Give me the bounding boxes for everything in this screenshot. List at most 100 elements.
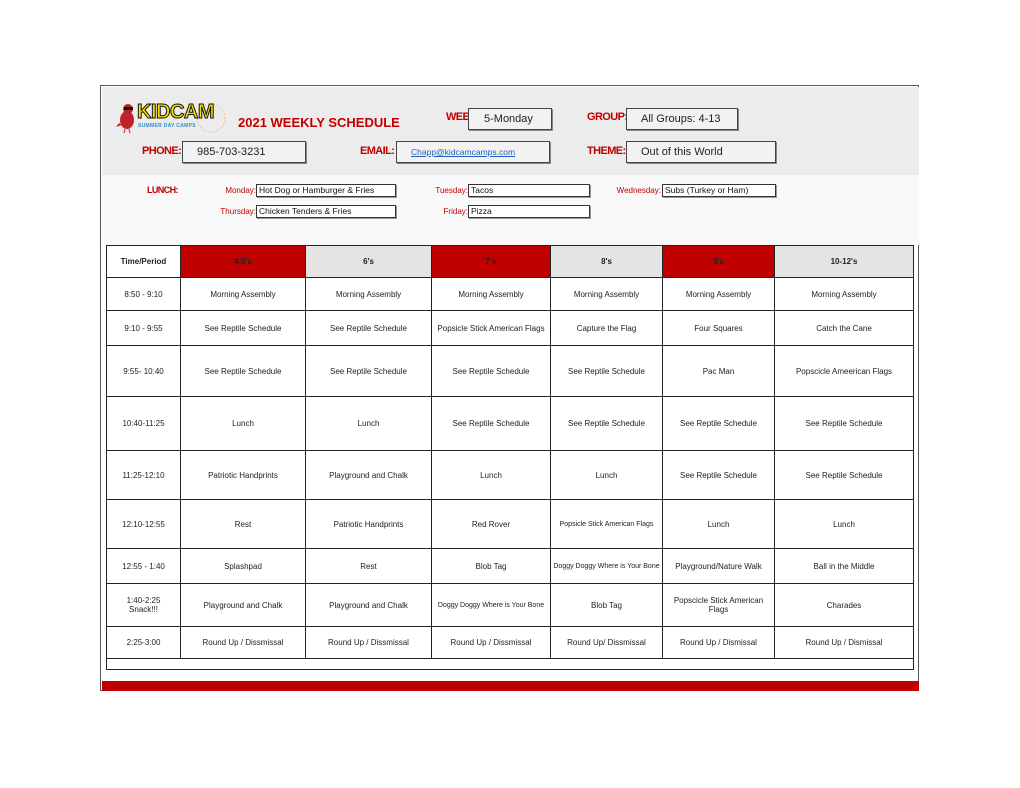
- lunch-section: LUNCH: Monday: Hot Dog or Hamburger & Fr…: [102, 175, 919, 245]
- activity-cell: Rest: [180, 499, 306, 549]
- table-row: 11:25-12:10 Patriotic Handprints Playgro…: [106, 450, 914, 500]
- activity-cell: Morning Assembly: [662, 277, 775, 311]
- group-value: All Groups: 4-13: [641, 113, 721, 125]
- activity-cell: Blob Tag: [431, 548, 551, 584]
- lunch-menu-friday[interactable]: Pizza: [468, 205, 590, 218]
- lunch-label: LUNCH:: [147, 185, 179, 195]
- group-field[interactable]: All Groups: 4-13: [626, 108, 738, 130]
- activity-cell: Doggy Doggy Where is Your Bone: [431, 583, 551, 627]
- activity-cell: Playground and Chalk: [180, 583, 306, 627]
- activity-cell: Lunch: [774, 499, 914, 549]
- table-row: 2:25-3:00 Round Up / Dissmissal Round Up…: [106, 626, 914, 659]
- activity-cell: See Reptile Schedule: [431, 396, 551, 451]
- column-header-9s: 9's: [662, 245, 775, 278]
- table-header-row: Time/Period 4-5's 6's 7's 8's 9's 10-12'…: [106, 245, 914, 278]
- activity-cell: See Reptile Schedule: [180, 310, 306, 346]
- time-cell: 9:10 - 9:55: [106, 310, 181, 346]
- activity-cell: Lunch: [550, 450, 663, 500]
- column-header-4-5s: 4-5's: [180, 245, 306, 278]
- activity-cell: Lunch: [180, 396, 306, 451]
- phone-field[interactable]: 985-703-3231: [182, 141, 306, 163]
- activity-cell: Pac Man: [662, 345, 775, 397]
- email-field[interactable]: Chapp@kidcamcamps.com: [396, 141, 550, 163]
- activity-cell: Popsicle Stick American Flags: [550, 499, 663, 549]
- time-cell: 10:40-11:25: [106, 396, 181, 451]
- activity-cell: Four Squares: [662, 310, 775, 346]
- activity-cell: Playground and Chalk: [305, 450, 432, 500]
- header-band: KIDCAM SUMMER DAY CAMPS 2021 WEEKLY SCHE…: [102, 87, 919, 175]
- column-header-8s: 8's: [550, 245, 663, 278]
- activity-cell: Lunch: [662, 499, 775, 549]
- time-cell: 12:10-12:55: [106, 499, 181, 549]
- week-field[interactable]: 5-Monday: [468, 108, 552, 130]
- activity-cell: Rest: [305, 548, 432, 584]
- footer-red-bar: [102, 681, 919, 691]
- activity-cell: See Reptile Schedule: [305, 310, 432, 346]
- activity-cell: See Reptile Schedule: [774, 450, 914, 500]
- lunch-day-monday: Monday:: [225, 186, 256, 195]
- kidcam-logo: KIDCAM SUMMER DAY CAMPS: [116, 101, 228, 135]
- lunch-day-tuesday: Tuesday:: [435, 186, 468, 195]
- column-header-time: Time/Period: [106, 245, 181, 278]
- activity-cell: Popscicle Ameerican Flags: [774, 345, 914, 397]
- activity-cell: Blob Tag: [550, 583, 663, 627]
- activity-cell: Lunch: [305, 396, 432, 451]
- activity-cell: See Reptile Schedule: [431, 345, 551, 397]
- blank-cell: [106, 658, 914, 670]
- activity-cell: Catch the Cane: [774, 310, 914, 346]
- activity-cell: Playground/Nature Walk: [662, 548, 775, 584]
- logo-subtext: SUMMER DAY CAMPS: [138, 123, 196, 129]
- activity-cell: Morning Assembly: [550, 277, 663, 311]
- theme-value: Out of this World: [641, 146, 723, 158]
- activity-cell: Charades: [774, 583, 914, 627]
- table-row: 10:40-11:25 Lunch Lunch See Reptile Sche…: [106, 396, 914, 451]
- activity-cell: Doggy Doggy Where is Your Bone: [550, 548, 663, 584]
- group-label: GROUP:: [587, 111, 628, 123]
- lunch-menu-monday[interactable]: Hot Dog or Hamburger & Fries: [256, 184, 396, 197]
- page-title: 2021 WEEKLY SCHEDULE: [238, 115, 400, 130]
- activity-cell: Patriotic Handprints: [305, 499, 432, 549]
- schedule-table: Time/Period 4-5's 6's 7's 8's 9's 10-12'…: [106, 245, 914, 670]
- phone-value: 985-703-3231: [197, 146, 266, 158]
- activity-cell: Round Up / Dismissal: [774, 626, 914, 659]
- time-cell: 12:55 - 1:40: [106, 548, 181, 584]
- lunch-menu-thursday[interactable]: Chicken Tenders & Fries: [256, 205, 396, 218]
- lunch-menu-wednesday[interactable]: Subs (Turkey or Ham): [662, 184, 776, 197]
- theme-field[interactable]: Out of this World: [626, 141, 776, 163]
- time-cell: 8:50 - 9:10: [106, 277, 181, 311]
- blank-row: [106, 658, 914, 670]
- phone-label: PHONE:: [142, 145, 182, 157]
- time-cell: 2:25-3:00: [106, 626, 181, 659]
- activity-cell: Playground and Chalk: [305, 583, 432, 627]
- column-header-10-12s: 10-12's: [774, 245, 914, 278]
- email-link[interactable]: Chapp@kidcamcamps.com: [411, 147, 515, 157]
- activity-cell: Round Up / Dissmissal: [431, 626, 551, 659]
- activity-cell: See Reptile Schedule: [662, 450, 775, 500]
- activity-cell: See Reptile Schedule: [180, 345, 306, 397]
- lunch-day-wednesday: Wednesday:: [616, 186, 661, 195]
- activity-cell: Round Up / Dissmissal: [180, 626, 306, 659]
- activity-cell: Capture the Flag: [550, 310, 663, 346]
- week-value: 5-Monday: [484, 113, 533, 125]
- activity-cell: Popscicle Stick American Flags: [662, 583, 775, 627]
- lunch-day-friday: Friday:: [443, 207, 468, 216]
- table-row: 9:55- 10:40 See Reptile Schedule See Rep…: [106, 345, 914, 397]
- logo-text: KIDCAM: [137, 101, 216, 124]
- theme-label: THEME:: [587, 145, 626, 157]
- time-cell: 11:25-12:10: [106, 450, 181, 500]
- activity-cell: See Reptile Schedule: [305, 345, 432, 397]
- table-row: 1:40-2:25 Snack!!! Playground and Chalk …: [106, 583, 914, 627]
- activity-cell: See Reptile Schedule: [662, 396, 775, 451]
- activity-cell: Round Up / Dismissal: [662, 626, 775, 659]
- email-label: EMAIL:: [360, 145, 395, 157]
- activity-cell: See Reptile Schedule: [550, 396, 663, 451]
- column-header-7s: 7's: [431, 245, 551, 278]
- activity-cell: See Reptile Schedule: [774, 396, 914, 451]
- week-label: WEEK:: [446, 111, 468, 123]
- activity-cell: Morning Assembly: [431, 277, 551, 311]
- table-row: 8:50 - 9:10 Morning Assembly Morning Ass…: [106, 277, 914, 311]
- lunch-menu-tuesday[interactable]: Tacos: [468, 184, 590, 197]
- table-row: 12:55 - 1:40 Splashpad Rest Blob Tag Dog…: [106, 548, 914, 584]
- activity-cell: Lunch: [431, 450, 551, 500]
- activity-cell: See Reptile Schedule: [550, 345, 663, 397]
